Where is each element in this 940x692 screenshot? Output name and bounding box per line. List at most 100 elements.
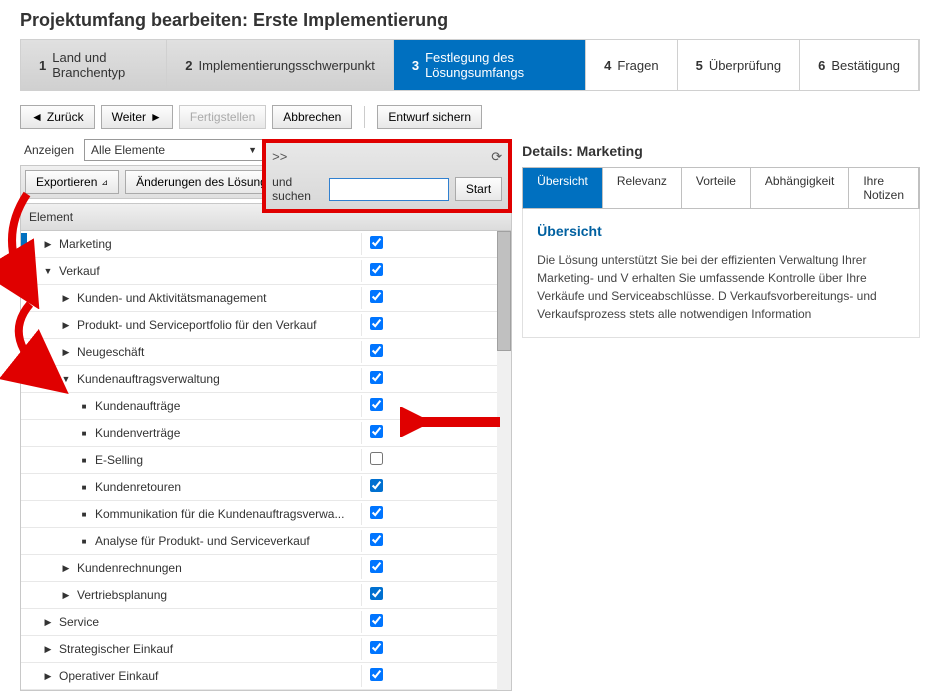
tree-row[interactable]: ■Kundenverträge xyxy=(21,420,511,447)
tree-row[interactable]: ■E-Selling xyxy=(21,447,511,474)
wizard-step-5[interactable]: 5Überprüfung xyxy=(678,40,801,90)
tree-item-label: Marketing xyxy=(55,234,361,254)
scope-checkbox[interactable] xyxy=(370,668,383,681)
expander-icon[interactable]: ▼ xyxy=(59,374,73,384)
tree-item-label: Kundenauftragsverwaltung xyxy=(73,369,361,389)
tree-row[interactable]: ▶Produktentwicklung xyxy=(21,690,511,691)
details-tab[interactable]: Übersicht xyxy=(523,168,603,208)
tree-item-label: Verkauf xyxy=(55,261,361,281)
page-title: Projektumfang bearbeiten: Erste Implemen… xyxy=(0,0,940,39)
wizard-step-3[interactable]: 3Festlegung des Lösungsumfangs xyxy=(394,40,586,90)
details-heading: Übersicht xyxy=(537,223,905,239)
separator xyxy=(364,106,365,128)
scrollbar-thumb[interactable] xyxy=(497,231,511,351)
tree-row[interactable]: ▼Kundenauftragsverwaltung xyxy=(21,366,511,393)
tree-row[interactable]: ▶Marketing xyxy=(21,231,511,258)
scope-checkbox[interactable] xyxy=(370,344,383,357)
expander-icon[interactable]: ▼ xyxy=(41,266,55,276)
scope-checkbox[interactable] xyxy=(370,263,383,276)
tree-row[interactable]: ▶Operativer Einkauf xyxy=(21,663,511,690)
scope-checkbox[interactable] xyxy=(370,317,383,330)
details-tabs: ÜbersichtRelevanzVorteileAbhängigkeitIhr… xyxy=(522,167,920,209)
tree-item-label: Strategischer Einkauf xyxy=(55,639,361,659)
tree-row[interactable]: ■Analyse für Produkt- und Serviceverkauf xyxy=(21,528,511,555)
filter-select[interactable]: Alle Elemente ▼ xyxy=(84,139,264,161)
scope-checkbox[interactable] xyxy=(370,290,383,303)
tree-row[interactable]: ▶Kundenrechnungen xyxy=(21,555,511,582)
dropdown-icon: ▼ xyxy=(248,145,257,155)
tree-row[interactable]: ■Kundenaufträge xyxy=(21,393,511,420)
expand-icon[interactable]: >> xyxy=(272,149,287,165)
tree-row[interactable]: ■Kundenretouren xyxy=(21,474,511,501)
export-button[interactable]: Exportieren ⊿ xyxy=(25,170,119,194)
tree-item-label: Kundenverträge xyxy=(91,423,361,443)
tree-row[interactable]: ▶Kunden- und Aktivitätsmanagement xyxy=(21,285,511,312)
tree-item-label: Kundenrechnungen xyxy=(73,558,361,578)
scope-checkbox[interactable] xyxy=(370,371,383,384)
scope-checkbox[interactable] xyxy=(370,398,383,411)
scope-checkbox[interactable] xyxy=(370,560,383,573)
details-tab[interactable]: Ihre Notizen xyxy=(849,168,919,208)
tree-item-label: Produkt- und Serviceportfolio für den Ve… xyxy=(73,315,361,335)
expander-icon[interactable]: ▶ xyxy=(59,320,73,331)
expander-icon[interactable]: ▶ xyxy=(59,347,73,358)
wizard-step-4[interactable]: 4Fragen xyxy=(586,40,677,90)
tree-row[interactable]: ▶Produkt- und Serviceportfolio für den V… xyxy=(21,312,511,339)
expander-icon[interactable]: ▶ xyxy=(41,617,55,628)
tree-row[interactable]: ▶Service xyxy=(21,609,511,636)
tree-row[interactable]: ▶Neugeschäft xyxy=(21,339,511,366)
tree-row[interactable]: ▶Strategischer Einkauf xyxy=(21,636,511,663)
expander-icon[interactable]: ▶ xyxy=(59,590,73,601)
bullet-icon: ■ xyxy=(77,456,91,465)
next-button[interactable]: Weiter► xyxy=(101,105,173,129)
tree-row[interactable]: ▼Verkauf xyxy=(21,258,511,285)
expander-icon[interactable]: ▶ xyxy=(41,671,55,682)
cancel-button[interactable]: Abbrechen xyxy=(272,105,352,129)
search-label: und suchen xyxy=(272,175,323,203)
tree-item-label: Kommunikation für die Kundenauftragsverw… xyxy=(91,504,361,524)
details-tab[interactable]: Vorteile xyxy=(682,168,751,208)
save-draft-button[interactable]: Entwurf sichern xyxy=(377,105,482,129)
scope-checkbox[interactable] xyxy=(370,479,383,492)
search-panel: >> ⟳ und suchen Start xyxy=(262,139,512,213)
scope-checkbox[interactable] xyxy=(370,641,383,654)
details-text: Die Lösung unterstützt Sie bei der effiz… xyxy=(537,251,905,323)
details-tab[interactable]: Abhängigkeit xyxy=(751,168,849,208)
scope-checkbox[interactable] xyxy=(370,587,383,600)
wizard-step-1[interactable]: 1Land und Branchentyp xyxy=(21,40,167,90)
bullet-icon: ■ xyxy=(77,537,91,546)
dropdown-icon: ⊿ xyxy=(101,178,108,187)
scope-checkbox[interactable] xyxy=(370,236,383,249)
bullet-icon: ■ xyxy=(77,429,91,438)
tree-item-label: Neugeschäft xyxy=(73,342,361,362)
scope-checkbox[interactable] xyxy=(370,452,383,465)
scope-checkbox[interactable] xyxy=(370,425,383,438)
expander-icon[interactable]: ▶ xyxy=(59,293,73,304)
expander-icon[interactable]: ▶ xyxy=(41,644,55,655)
tree-item-label: Vertriebsplanung xyxy=(73,585,361,605)
back-button[interactable]: ◄Zurück xyxy=(20,105,95,129)
chevron-left-icon: ◄ xyxy=(31,110,43,124)
refresh-icon[interactable]: ⟳ xyxy=(491,149,502,165)
bullet-icon: ■ xyxy=(77,510,91,519)
scope-checkbox[interactable] xyxy=(370,506,383,519)
search-start-button[interactable]: Start xyxy=(455,177,502,201)
expander-icon[interactable]: ▶ xyxy=(41,239,55,250)
tree-row[interactable]: ■Kommunikation für die Kundenauftragsver… xyxy=(21,501,511,528)
expander-icon[interactable]: ▶ xyxy=(59,563,73,574)
tree-row[interactable]: ▶Vertriebsplanung xyxy=(21,582,511,609)
left-panel: Anzeigen Alle Elemente ▼ Exportieren ⊿ Ä… xyxy=(20,139,512,691)
scrollbar-track[interactable] xyxy=(497,231,511,690)
wizard-step-2[interactable]: 2Implementierungsschwerpunkt xyxy=(167,40,394,90)
scope-checkbox[interactable] xyxy=(370,614,383,627)
tree-item-label: Analyse für Produkt- und Serviceverkauf xyxy=(91,531,361,551)
wizard-steps: 1Land und Branchentyp2Implementierungssc… xyxy=(20,39,920,91)
search-input[interactable] xyxy=(329,178,449,201)
finish-button: Fertigstellen xyxy=(179,105,266,129)
details-tab[interactable]: Relevanz xyxy=(603,168,682,208)
tree-item-label: Operativer Einkauf xyxy=(55,666,361,686)
scope-checkbox[interactable] xyxy=(370,533,383,546)
bullet-icon: ■ xyxy=(77,483,91,492)
wizard-step-6[interactable]: 6Bestätigung xyxy=(800,40,919,90)
chevron-right-icon: ► xyxy=(150,110,162,124)
